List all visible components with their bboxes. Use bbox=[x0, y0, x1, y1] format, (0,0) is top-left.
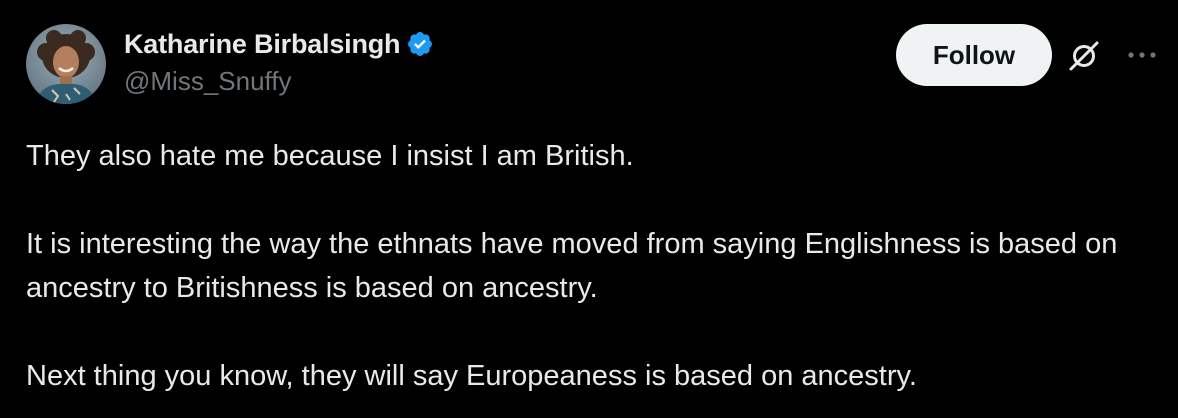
author-names: Katharine Birbalsingh @Miss_Snuffy bbox=[124, 26, 434, 97]
avatar-image bbox=[26, 24, 106, 104]
handle[interactable]: @Miss_Snuffy bbox=[124, 66, 434, 97]
tweet-card: Katharine Birbalsingh @Miss_Snuffy Follo… bbox=[0, 0, 1178, 418]
tweet-paragraph: They also hate me because I insist I am … bbox=[26, 140, 634, 172]
verified-badge-icon[interactable] bbox=[406, 30, 434, 58]
grok-icon[interactable] bbox=[1066, 38, 1102, 74]
tweet-paragraph: Next thing you know, they will say Europ… bbox=[26, 360, 917, 392]
follow-button[interactable]: Follow bbox=[896, 24, 1052, 86]
display-name[interactable]: Katharine Birbalsingh bbox=[124, 29, 401, 60]
display-name-row: Katharine Birbalsingh bbox=[124, 26, 434, 62]
tweet-paragraph: It is interesting the way the ethnats ha… bbox=[26, 228, 1118, 304]
more-options-icon[interactable] bbox=[1124, 44, 1160, 66]
avatar[interactable] bbox=[26, 24, 106, 104]
tweet-text: They also hate me because I insist I am … bbox=[26, 134, 1166, 398]
